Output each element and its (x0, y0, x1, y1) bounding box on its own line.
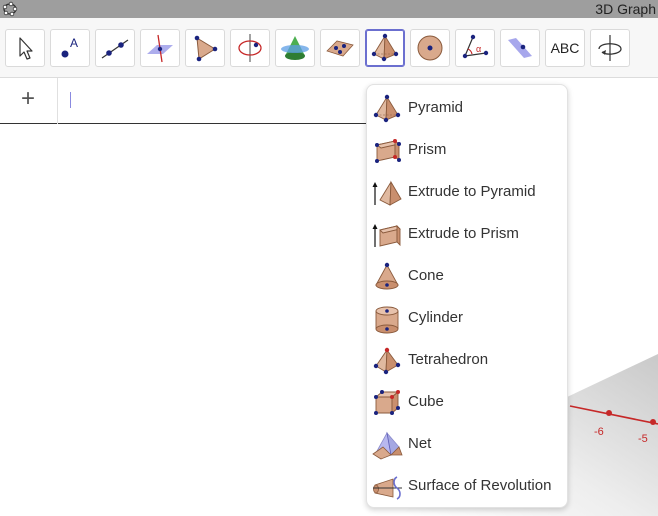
rotate-view-tool-button[interactable] (590, 29, 630, 67)
svg-text:A: A (70, 36, 78, 50)
angle-icon: α (462, 34, 489, 59)
circle-axis-tool-button[interactable] (230, 29, 270, 67)
plane-through-points-icon (326, 40, 354, 57)
point-tool-button[interactable]: A (50, 29, 90, 67)
cube-icon (374, 390, 400, 415)
add-input-button[interactable]: + (14, 86, 42, 114)
menu-item-label: Extrude to Prism (408, 225, 519, 242)
geogebra-logo-icon (2, 1, 18, 17)
algebra-input-row: + (0, 78, 370, 124)
intersect-tool-button[interactable] (275, 29, 315, 67)
point-icon: A (61, 36, 78, 58)
menu-item-cone[interactable]: Cone (367, 256, 567, 296)
x-axis-tick (606, 410, 612, 416)
prism-icon (375, 139, 401, 163)
reflect-tool-button[interactable] (500, 29, 540, 67)
line-tool-button[interactable] (95, 29, 135, 67)
menu-item-label: Surface of Revolution (408, 477, 552, 494)
reflect-about-plane-icon (508, 38, 532, 58)
menu-item-label: Prism (408, 141, 447, 158)
x-axis-tick-label: -6 (594, 426, 604, 438)
perpendicular-line-icon (147, 34, 173, 63)
arrow-cursor-icon (19, 37, 33, 60)
menu-item-extrude-to-pyramid[interactable]: Extrude to Pyramid (367, 172, 567, 212)
sphere-tool-button[interactable] (410, 29, 450, 67)
polygon-tool-button[interactable] (185, 29, 225, 67)
net-icon (372, 431, 403, 460)
text-tool-label: ABC (550, 40, 580, 56)
window-title: 3D Graph (595, 1, 656, 17)
perpendicular-tool-button[interactable] (140, 29, 180, 67)
intersect-surfaces-icon (281, 36, 309, 60)
algebra-divider (57, 78, 58, 124)
circle-around-axis-icon (238, 34, 262, 62)
menu-item-label: Cone (408, 267, 444, 284)
plane-tool-button[interactable] (320, 29, 360, 67)
rotate-view-icon (598, 35, 622, 61)
surface-of-revolution-icon (373, 476, 402, 500)
menu-item-label: Tetrahedron (408, 351, 489, 368)
pyramid-icon (373, 94, 401, 123)
menu-item-label: Cube (408, 393, 444, 410)
input-text-cursor[interactable] (70, 92, 71, 108)
menu-item-label: Net (408, 435, 432, 452)
menu-item-label: Cylinder (408, 309, 464, 326)
tetrahedron-icon (373, 347, 401, 375)
menu-item-pyramid[interactable]: Pyramid (367, 88, 567, 128)
polygon-icon (194, 35, 218, 62)
menu-item-prism[interactable]: Prism (367, 130, 567, 170)
menu-item-label: Pyramid (408, 99, 464, 116)
cone-icon (375, 262, 399, 290)
menu-item-surface-of-revolution[interactable]: Surface of Revolution (367, 466, 567, 506)
menu-item-label: Extrude to Pyramid (408, 183, 536, 200)
sphere-icon (417, 35, 443, 61)
menu-item-tetrahedron[interactable]: Tetrahedron (367, 340, 567, 380)
solids-tool-menu: Pyramid Prism Extrude to Pyramid Extrude… (366, 84, 568, 508)
pyramid-tool-button[interactable] (365, 29, 405, 67)
title-bar: 3D Graph (0, 0, 658, 18)
extrude-to-pyramid-icon (372, 180, 402, 206)
text-tool-button[interactable]: ABC (545, 29, 585, 67)
line-icon (101, 39, 129, 59)
menu-item-cylinder[interactable]: Cylinder (367, 298, 567, 338)
x-axis-tick-label: -5 (638, 433, 648, 445)
menu-item-extrude-to-prism[interactable]: Extrude to Prism (367, 214, 567, 254)
extrude-to-prism-icon (372, 224, 401, 247)
svg-text:α: α (476, 44, 481, 54)
pyramid-icon (371, 33, 399, 62)
menu-item-cube[interactable]: Cube (367, 382, 567, 422)
menu-item-net[interactable]: Net (367, 424, 567, 464)
toolbar: A α ABC (0, 18, 658, 78)
app-window: 3D Graph A α ABC + -6 -5 Pyramid Prism E… (0, 0, 658, 516)
angle-tool-button[interactable]: α (455, 29, 495, 67)
x-axis-tick (650, 419, 656, 425)
move-tool-button[interactable] (5, 29, 45, 67)
cylinder-icon (375, 306, 399, 334)
